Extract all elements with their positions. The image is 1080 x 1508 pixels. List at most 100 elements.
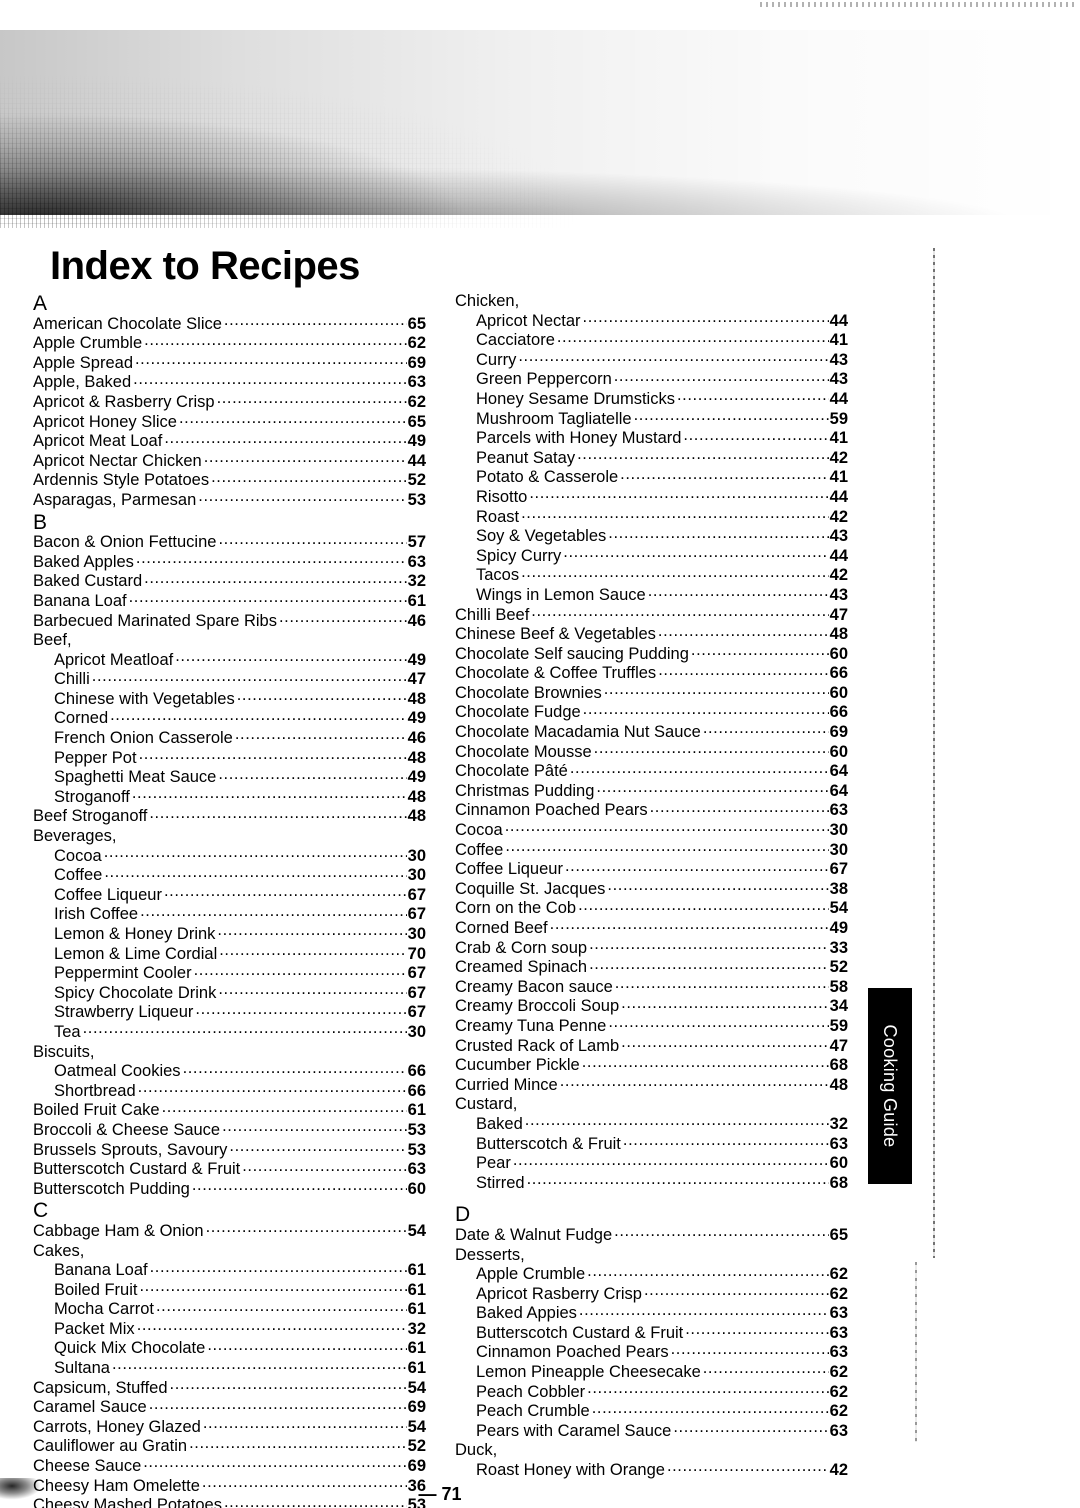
index-entry-leader-dots bbox=[583, 703, 829, 717]
index-entry-title: Coffee Liqueur bbox=[455, 860, 563, 879]
index-entry-leader-dots bbox=[521, 566, 829, 580]
index-entry-leader-dots bbox=[229, 1141, 406, 1155]
index-entry-page-number: 44 bbox=[829, 487, 848, 506]
index-entry-page-number: 44 bbox=[829, 389, 848, 408]
index-entry: Baked 32 bbox=[455, 1115, 848, 1135]
index-entry: Spicy Curry 44 bbox=[455, 547, 848, 567]
index-entry: Butterscotch Custard & Fruit 63 bbox=[33, 1160, 426, 1180]
index-entry: Barbecued Marinated Spare Ribs 46 bbox=[33, 612, 426, 632]
index-entry-page-number: 43 bbox=[829, 370, 848, 389]
index-entry-leader-dots bbox=[577, 449, 829, 463]
index-entry-leader-dots bbox=[550, 919, 829, 933]
index-entry-leader-dots bbox=[648, 586, 829, 600]
index-entry-title: Apple Crumble bbox=[33, 334, 143, 353]
index-entry: Cinnamon Poached Pears 63 bbox=[455, 1343, 848, 1363]
index-entry-title: Christmas Pudding bbox=[455, 781, 595, 800]
index-entry: Pears with Caramel Sauce 63 bbox=[455, 1422, 848, 1442]
index-entry-leader-dots bbox=[175, 651, 406, 665]
index-entry-page-number: 66 bbox=[407, 1062, 426, 1081]
scan-vertical-line-lower-artifact bbox=[915, 1262, 917, 1442]
index-entry: Corn on the Cob 54 bbox=[455, 899, 848, 919]
index-entry-title: Baked Custard bbox=[33, 572, 143, 591]
index-entry-leader-dots bbox=[104, 847, 407, 861]
index-entry-page-number: 65 bbox=[407, 412, 426, 431]
index-entry: Shortbread 66 bbox=[33, 1082, 426, 1102]
index-entry: American Chocolate Slice 65 bbox=[33, 315, 426, 335]
index-entry: Lemon & Honey Drink 30 bbox=[33, 925, 426, 945]
index-group-heading: Chicken, bbox=[455, 292, 520, 310]
index-entry-page-number: 44 bbox=[829, 311, 848, 330]
index-entry: Peach Cobbler 62 bbox=[455, 1383, 848, 1403]
index-entry-title: Apricot Rasberry Crisp bbox=[476, 1284, 642, 1303]
index-entry-page-number: 48 bbox=[407, 689, 426, 708]
index-entry-page-number: 67 bbox=[407, 983, 426, 1002]
index-entry: Asparagas, Parmesan 53 bbox=[33, 491, 426, 511]
index-entry-page-number: 33 bbox=[829, 938, 848, 957]
index-entry-leader-dots bbox=[183, 1062, 407, 1076]
index-entry: Cacciatore 41 bbox=[455, 331, 848, 351]
index-entry-title: Boiled Fruit Cake bbox=[33, 1101, 160, 1120]
index-entry-title: Apricot Nectar Chicken bbox=[33, 451, 202, 470]
index-entry-leader-dots bbox=[658, 664, 828, 678]
index-entry-page-number: 48 bbox=[829, 1075, 848, 1094]
index-entry: Peanut Satay 42 bbox=[455, 449, 848, 469]
index-entry-leader-dots bbox=[563, 547, 828, 561]
index-group-heading: Desserts, bbox=[455, 1245, 525, 1264]
index-entry: Cinnamon Poached Pears 63 bbox=[455, 801, 848, 821]
index-entry-page-number: 63 bbox=[407, 552, 426, 571]
index-entry-title: Butterscotch & Fruit bbox=[476, 1134, 621, 1153]
index-entry-leader-dots bbox=[135, 354, 407, 368]
index-entry-leader-dots bbox=[587, 1265, 829, 1279]
index-entry-page-number: 42 bbox=[829, 1461, 848, 1480]
index-entry-title: Coffee Liqueur bbox=[54, 885, 162, 904]
section-thumb-tab-label: Cooking Guide bbox=[880, 1024, 900, 1148]
index-entry-title: Cauliflower au Gratin bbox=[33, 1437, 188, 1456]
index-entry-title: Curried Mince bbox=[455, 1075, 558, 1094]
index-entry-title: Pear bbox=[476, 1154, 511, 1173]
index-entry: Corned Beef 49 bbox=[455, 919, 848, 939]
index-entry-leader-dots bbox=[703, 1363, 829, 1377]
index-entry: Mocha Carrot 61 bbox=[33, 1300, 426, 1320]
index-entry-page-number: 61 bbox=[407, 1359, 426, 1378]
index-entry-leader-dots bbox=[671, 1343, 829, 1357]
index-entry: Honey Sesame Drumsticks 44 bbox=[455, 390, 848, 410]
index-entry-leader-dots bbox=[531, 606, 828, 620]
index-entry: Cocoa 30 bbox=[455, 821, 848, 841]
index-entry-title: Cucumber Pickle bbox=[455, 1056, 580, 1075]
index-entry-leader-dots bbox=[623, 1135, 829, 1149]
index-entry-page-number: 60 bbox=[829, 644, 848, 663]
index-entry-page-number: 41 bbox=[829, 468, 848, 487]
index-entry: Green Peppercorn 43 bbox=[455, 370, 848, 390]
section-letter-a: A bbox=[33, 292, 48, 315]
index-entry-leader-dots bbox=[279, 612, 407, 626]
index-entry-leader-dots bbox=[92, 670, 407, 684]
index-entry: Creamy Tuna Penne 59 bbox=[455, 1017, 848, 1037]
index-entry-page-number: 53 bbox=[407, 1120, 426, 1139]
index-entry-page-number: 32 bbox=[407, 1319, 426, 1338]
index-entry-title: Peach Cobbler bbox=[476, 1382, 586, 1401]
index-entry-title: Apricot & Rasberry Crisp bbox=[33, 392, 215, 411]
index-entry-page-number: 30 bbox=[407, 1022, 426, 1041]
index-group-heading: Cakes, bbox=[33, 1241, 85, 1260]
index-entry-page-number: 42 bbox=[829, 566, 848, 585]
index-entry-title: Quick Mix Chocolate bbox=[54, 1339, 206, 1358]
index-entry-leader-dots bbox=[162, 1101, 407, 1115]
index-entry-leader-dots bbox=[505, 821, 829, 835]
index-entry: Christmas Pudding 64 bbox=[455, 782, 848, 802]
index-entry-title: Tacos bbox=[476, 566, 520, 585]
index-entry: Capsicum, Stuffed 54 bbox=[33, 1379, 426, 1399]
index-entry-title: Lemon & Honey Drink bbox=[54, 925, 216, 943]
index-entry-title: Lemon Pineapple Cheesecake bbox=[476, 1363, 701, 1382]
index-entry: Curried Mince 48 bbox=[455, 1076, 848, 1096]
index-entry-leader-dots bbox=[132, 788, 407, 802]
index-entry-title: Creamy Tuna Penne bbox=[455, 1016, 607, 1035]
index-entry-title: Bacon & Onion Fettucine bbox=[33, 533, 217, 552]
index-entry-title: Boiled Fruit bbox=[54, 1280, 138, 1299]
index-entry-page-number: 47 bbox=[407, 670, 426, 689]
index-entry: Caramel Sauce 69 bbox=[33, 1398, 426, 1418]
index-entry: Date & Walnut Fudge 65 bbox=[455, 1226, 848, 1246]
page-number: — 71 bbox=[418, 1484, 462, 1504]
index-entry: Chinese with Vegetables 48 bbox=[33, 690, 426, 710]
index-entry-title: Caramel Sauce bbox=[33, 1398, 147, 1417]
index-entry-title: Chocolate & Coffee Truffles bbox=[455, 664, 657, 683]
